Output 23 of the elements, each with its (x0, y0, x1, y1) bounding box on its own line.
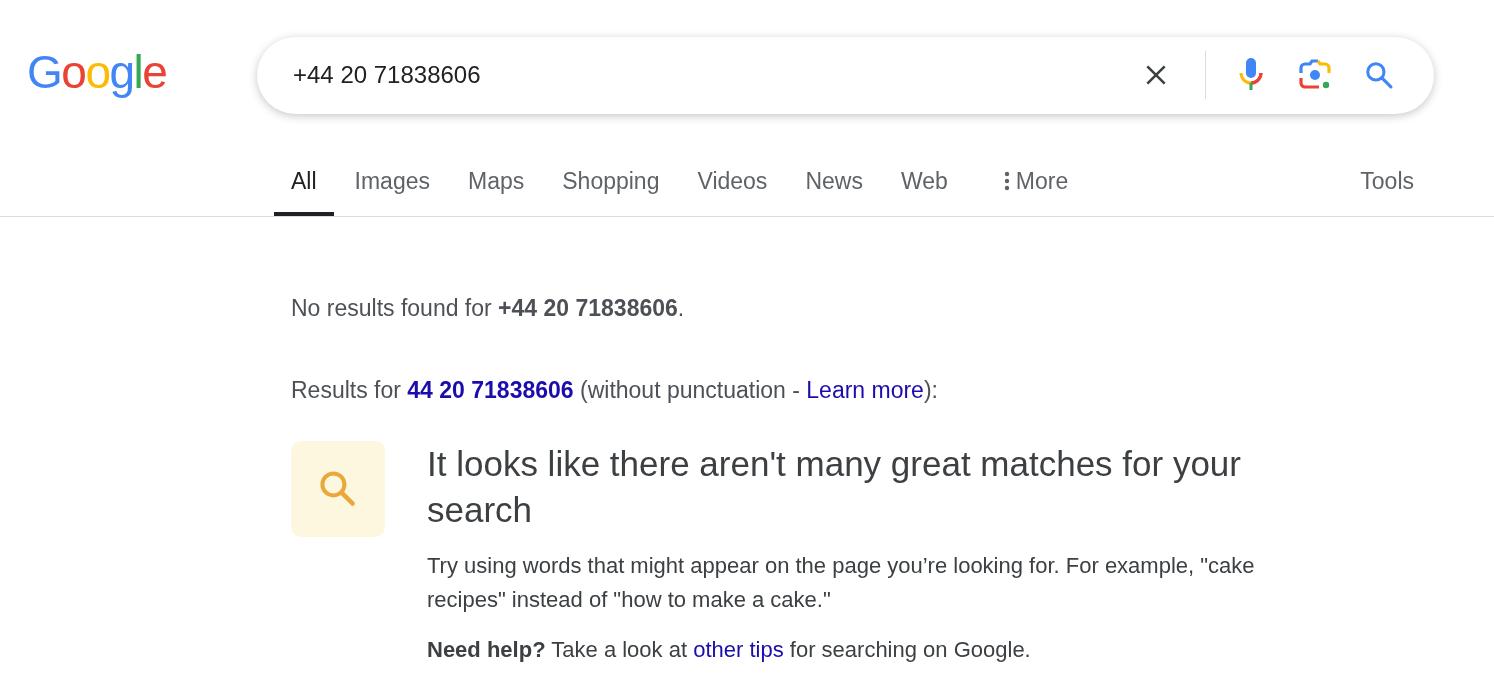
corrected-query-link[interactable]: 44 20 71838606 (407, 377, 574, 403)
learn-more-link[interactable]: Learn more (806, 377, 924, 403)
other-tips-link[interactable]: other tips (693, 637, 784, 662)
search-tab[interactable]: Videos (680, 150, 785, 216)
tip-heading: It looks like there aren't many great matches for your search (427, 443, 1242, 531)
help-text: Need help? Take a look at other tips for searching on Google. (427, 636, 1032, 664)
no-results-message: No results found for +44 20 71838606. (291, 295, 686, 322)
search-tip-icon (291, 441, 385, 537)
search-tab[interactable]: Images (337, 150, 447, 216)
tools-button[interactable]: Tools (1360, 167, 1414, 195)
search-field[interactable]: +44 20 71838606 (293, 61, 1131, 89)
search-tab[interactable]: Shopping (545, 150, 677, 216)
tip-text: Try using words that might appear on the page you’re looking for. For example, "cake recipes" instead of "how to make a cake." (427, 552, 1256, 614)
results-for-label: Results for (291, 377, 401, 403)
google-logo[interactable]: Google (27, 45, 257, 99)
search-tab[interactable]: Web (883, 150, 965, 216)
punctuation-note: (without punctuation - (580, 377, 800, 403)
search-tab[interactable]: News (788, 150, 880, 216)
search-tab[interactable]: Maps (451, 150, 542, 216)
more-vertical-icon (1003, 170, 1010, 192)
search-tab[interactable]: All (274, 150, 334, 216)
closing-punctuation: ): (923, 377, 938, 403)
more-tab[interactable]: More (986, 150, 1086, 216)
